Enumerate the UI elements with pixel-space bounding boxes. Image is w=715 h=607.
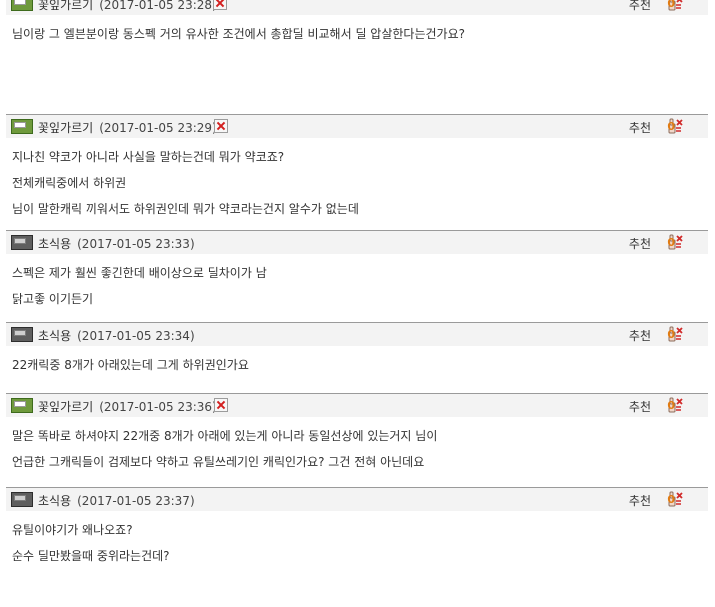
comment-line: 님이 말한캐릭 끼워서도 하위권인데 뭐가 약코라는건지 알수가 없는데 — [12, 202, 359, 216]
comment-line: 님이랑 그 엘븐분이랑 동스펙 거의 유사한 조건에서 총합딜 비교해서 딜 압… — [12, 27, 465, 41]
author-name[interactable]: 초식용 — [38, 237, 71, 251]
recommend-label: 추천 — [628, 400, 651, 414]
comment-item: 초식용 (2017-01-05 23:34) 추천 0 22캐릭중 8개가 아래있는데 … — [6, 322, 708, 398]
level-badge-icon — [11, 119, 33, 134]
comment-line: 전체캐릭중에서 하위권 — [12, 176, 127, 190]
comment-item: 초식용 (2017-01-05 23:33) 추천 0 스펙은 제가 훨씬 좋긴한데 배… — [6, 230, 708, 328]
recommend-label: 추천 — [628, 494, 651, 508]
comment-header: 꽃잎가르기 (2017-01-05 23:36) 추천 0 — [6, 393, 708, 417]
level-badge-icon — [11, 235, 33, 250]
level-badge-inner — [14, 330, 26, 336]
comment-line: 닭고좋 이기든기 — [12, 292, 94, 306]
level-badge-icon — [11, 492, 33, 507]
comment-line: 언급한 그캐릭들이 검제보다 약하고 유틸쓰레기인 캐릭인가요? 그건 전혀 아… — [12, 455, 425, 469]
comment-line: 말은 똑바로 하셔야지 22개중 8개가 아래에 있는게 아니라 동일선상에 있… — [12, 429, 438, 443]
comment-time: (2017-01-05 23:37) — [77, 494, 195, 508]
comment-body: 유틸이야기가 왜나오죠? 순수 딜만봤을때 중위라는건데? — [6, 511, 708, 607]
delete-icon[interactable] — [214, 119, 228, 133]
comment-time: (2017-01-05 23:34) — [77, 329, 195, 343]
delete-icon[interactable] — [214, 398, 228, 412]
comment-time: (2017-01-05 23:36) — [99, 400, 217, 414]
delete-icon[interactable] — [213, 0, 227, 10]
author-name[interactable]: 초식용 — [38, 329, 71, 343]
level-badge-inner — [14, 238, 26, 244]
recommend-count: 0 — [667, 120, 675, 133]
author-name[interactable]: 꽃잎가르기 — [38, 400, 93, 414]
author-info: 초식용 (2017-01-05 23:33) — [38, 235, 195, 252]
comment-time: (2017-01-05 23:33) — [77, 237, 195, 251]
comment-header: 꽃잎가르기 (2017-01-05 23:28) 추천 0 — [6, 0, 708, 15]
author-info: 꽃잎가르기 (2017-01-05 23:28) — [38, 0, 217, 13]
comment-body: 스펙은 제가 훨씬 좋긴한데 배이상으로 딜차이가 남닭고좋 이기든기 — [6, 254, 708, 328]
comment-time: (2017-01-05 23:29) — [99, 121, 217, 135]
level-badge-icon — [11, 327, 33, 342]
author-name[interactable]: 꽃잎가르기 — [38, 121, 93, 135]
comment-header: 초식용 (2017-01-05 23:34) 추천 0 — [6, 322, 708, 346]
comment-thread: 꽃잎가르기 (2017-01-05 23:28) 추천 0 님이랑 그 엘븐분이랑 동스… — [0, 0, 715, 578]
recommend-label: 추천 — [628, 121, 651, 135]
comment-header: 꽃잎가르기 (2017-01-05 23:29) 추천 0 — [6, 114, 708, 138]
comment-header: 초식용 (2017-01-05 23:37) 추천 0 — [6, 487, 708, 511]
level-badge-inner — [14, 495, 26, 501]
comment-line: 스펙은 제가 훨씬 좋긴한데 배이상으로 딜차이가 남 — [12, 266, 267, 280]
comment-item: 꽃잎가르기 (2017-01-05 23:36) 추천 0 말은 똑바로 하셔야지 22… — [6, 393, 708, 493]
comment-time: (2017-01-05 23:28) — [99, 0, 217, 12]
recommend-label: 추천 — [628, 0, 651, 12]
comment-line: 22캐릭중 8개가 아래있는데 그게 하위권인가요 — [12, 358, 249, 372]
comment-item: 꽃잎가르기 (2017-01-05 23:29) 추천 0 지나친 약코가 아니라 사실… — [6, 114, 708, 236]
level-badge-inner — [14, 401, 26, 407]
recommend-count: 0 — [667, 399, 675, 412]
comment-line: 지나친 약코가 아니라 사실을 말하는건데 뭐가 약코죠? — [12, 150, 285, 164]
comment-item: 꽃잎가르기 (2017-01-05 23:28) 추천 0 님이랑 그 엘븐분이랑 동스… — [6, 0, 708, 111]
author-info: 꽃잎가르기 (2017-01-05 23:36) — [38, 398, 217, 415]
level-badge-inner — [14, 122, 26, 128]
comment-body: 22캐릭중 8개가 아래있는데 그게 하위권인가요 — [6, 346, 708, 398]
recommend-label: 추천 — [628, 329, 651, 343]
recommend-count: 0 — [667, 236, 675, 249]
comment-body: 말은 똑바로 하셔야지 22개중 8개가 아래에 있는게 아니라 동일선상에 있… — [6, 417, 708, 493]
comment-body: 지나친 약코가 아니라 사실을 말하는건데 뭐가 약코죠? 전체캐릭중에서 하위권… — [6, 138, 708, 236]
comment-item: 초식용 (2017-01-05 23:37) 추천 0 유틸이야기가 왜나오죠? 순수 딜… — [6, 487, 708, 607]
author-name[interactable]: 초식용 — [38, 494, 71, 508]
comment-line: 유틸이야기가 왜나오죠? — [12, 523, 133, 537]
author-name[interactable]: 꽃잎가르기 — [38, 0, 93, 12]
comment-body: 님이랑 그 엘븐분이랑 동스펙 거의 유사한 조건에서 총합딜 비교해서 딜 압… — [6, 15, 708, 111]
author-info: 초식용 (2017-01-05 23:34) — [38, 327, 195, 344]
recommend-label: 추천 — [628, 237, 651, 251]
recommend-count: 0 — [667, 328, 675, 341]
level-badge-inner — [14, 0, 26, 5]
recommend-count: 0 — [667, 0, 675, 10]
level-badge-icon — [11, 398, 33, 413]
recommend-count: 0 — [667, 493, 675, 506]
comment-line: 순수 딜만봤을때 중위라는건데? — [12, 549, 170, 563]
comment-header: 초식용 (2017-01-05 23:33) 추천 0 — [6, 230, 708, 254]
author-info: 초식용 (2017-01-05 23:37) — [38, 492, 195, 509]
level-badge-icon — [11, 0, 33, 11]
author-info: 꽃잎가르기 (2017-01-05 23:29) — [38, 119, 217, 136]
